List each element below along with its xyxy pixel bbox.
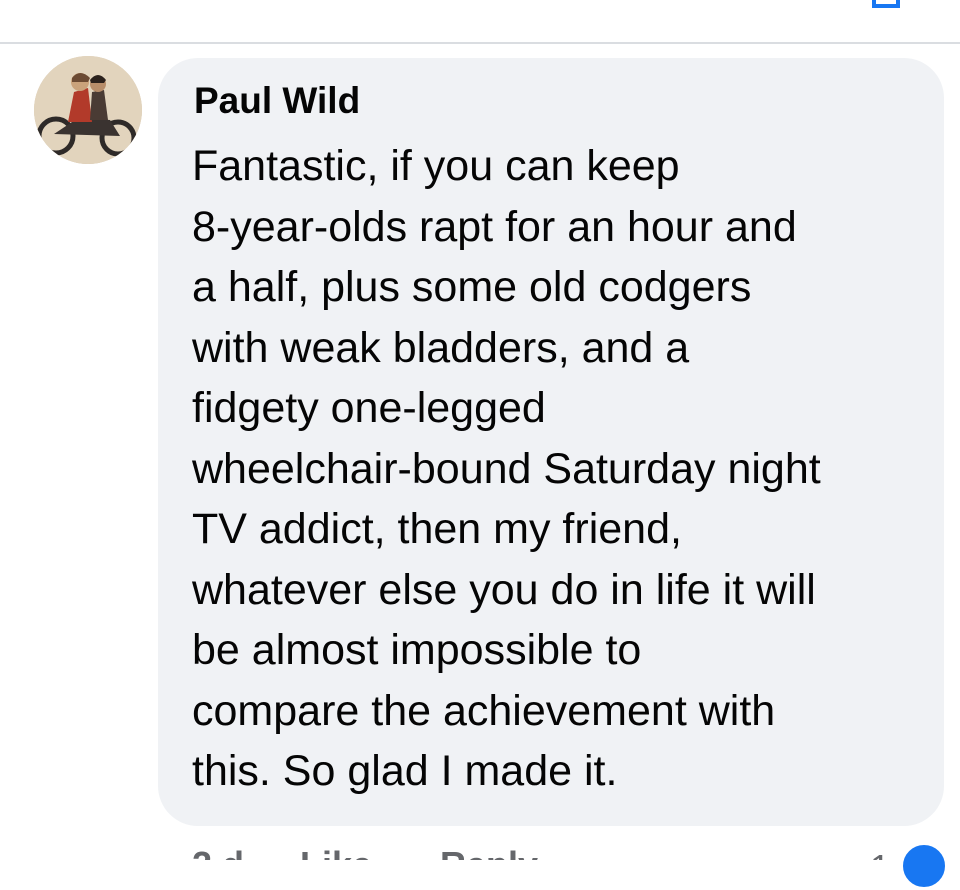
reply-button[interactable]: Reply bbox=[440, 844, 538, 860]
like-button[interactable]: Like bbox=[300, 844, 372, 860]
comment-line: compare the achievement with bbox=[192, 686, 776, 735]
cut-off-icon bbox=[872, 0, 900, 8]
avatar[interactable] bbox=[34, 56, 142, 164]
profile-photo-motorcycle-icon bbox=[34, 56, 142, 164]
previous-content-cutoff bbox=[0, 0, 960, 42]
comment-actions: 2 d Like Reply bbox=[0, 838, 960, 860]
comment-line: fidgety one-legged bbox=[192, 384, 546, 432]
comment-text: Fantastic, if you can keep 8-year-olds r… bbox=[192, 136, 932, 802]
comment-line: a half, plus some old codgers bbox=[192, 263, 752, 311]
divider bbox=[0, 42, 960, 44]
comment-timestamp[interactable]: 2 d bbox=[192, 844, 244, 860]
comment-line: wheelchair-bound Saturday night bbox=[192, 444, 821, 493]
like-thumb-icon bbox=[900, 842, 948, 890]
comment-line: whatever else you do in life it will bbox=[192, 565, 816, 614]
reaction-count[interactable]: 1 bbox=[870, 838, 890, 860]
comment-line: this. So glad I made it. bbox=[192, 747, 618, 795]
comment-line: 8-year-olds rapt for an hour and bbox=[192, 202, 797, 251]
comment-line: TV addict, then my friend, bbox=[192, 505, 682, 553]
comment-author-name[interactable]: Paul Wild bbox=[194, 80, 360, 122]
comment-line: be almost impossible to bbox=[192, 626, 642, 674]
comment-line: Fantastic, if you can keep bbox=[192, 142, 680, 190]
comment-line: with weak bladders, and a bbox=[192, 323, 690, 372]
